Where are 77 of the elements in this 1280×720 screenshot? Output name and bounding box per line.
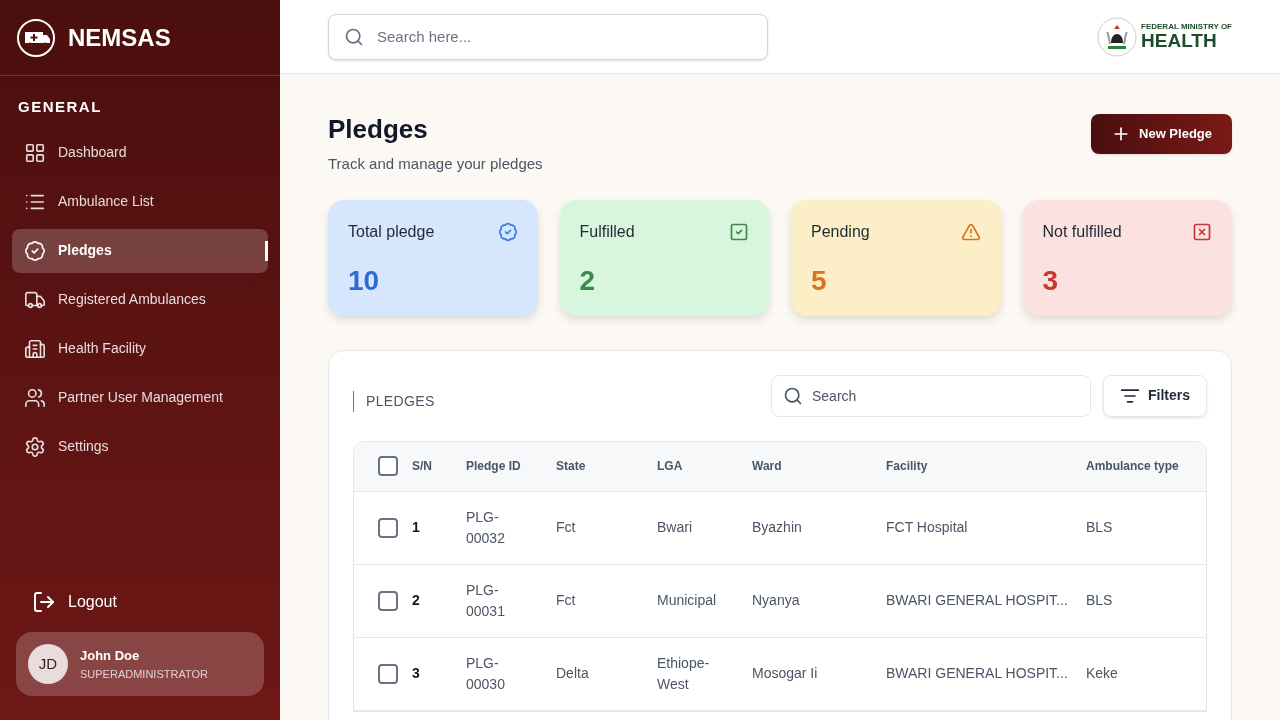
search-icon	[344, 26, 364, 47]
stat-label: Total pledge	[348, 221, 435, 242]
table-cell-text: PLG-00030	[466, 653, 506, 694]
close-square-icon	[1192, 221, 1212, 242]
nav-item[interactable]: Partner User Management	[12, 375, 268, 420]
grid-icon	[24, 141, 46, 164]
table-cell-text: Delta	[556, 664, 590, 683]
building-icon	[24, 337, 46, 360]
search-icon	[783, 385, 803, 406]
stat-value: 3	[1042, 263, 1060, 298]
checkbox[interactable]	[378, 590, 398, 611]
table-cell-text: 3	[412, 664, 421, 683]
table-cell-text: BWARI GENERAL HOSPIT...	[886, 664, 1069, 683]
checkbox[interactable]	[378, 456, 398, 476]
table-cell-text: Byazhin	[752, 518, 803, 537]
search-field[interactable]: Search here...	[328, 13, 768, 60]
column-header: State	[556, 458, 587, 475]
table-cell-text: Keke	[1086, 664, 1119, 683]
nav-item[interactable]: Dashboard	[12, 130, 268, 175]
badge-check-icon	[497, 221, 518, 242]
stat-label: Pending	[811, 221, 870, 242]
stat-value: 2	[579, 263, 597, 298]
user-role: SUPERADMINISTRATOR	[80, 666, 208, 682]
section-heading: GENERAL	[17, 97, 103, 117]
nav-item[interactable]: Settings	[12, 424, 268, 469]
table-cell-text: Nyanya	[752, 591, 801, 610]
checkbox[interactable]	[378, 663, 398, 684]
coat-of-arms-icon	[1097, 16, 1138, 57]
stat-label: Fulfilled	[579, 221, 635, 242]
column-header: S/N	[412, 458, 433, 475]
page-title: Pledges	[328, 113, 429, 146]
table-cell-text: Bwari	[657, 518, 693, 537]
badge-check-icon	[24, 239, 46, 262]
table-cell-text: FCT Hospital	[886, 518, 969, 537]
table-cell-text: PLG-00031	[466, 580, 506, 621]
table-cell-text: Fct	[556, 518, 577, 537]
column-header: Facility	[886, 458, 929, 475]
column-header: LGA	[657, 458, 684, 475]
table-title: PLEDGES	[353, 391, 435, 412]
users-icon	[24, 386, 46, 409]
column-header: Ward	[752, 458, 783, 475]
page-subtitle: Track and manage your pledges	[328, 154, 543, 174]
new-pledge-button[interactable]: New Pledge	[1091, 114, 1232, 154]
table-cell-text: BLS	[1086, 591, 1114, 610]
table-search-field[interactable]: Search	[771, 374, 1091, 417]
nav-item[interactable]: Registered Ambulances	[12, 277, 268, 322]
table-cell-text: Fct	[556, 591, 577, 610]
stat-value: 5	[811, 263, 828, 298]
column-header: Pledge ID	[466, 458, 522, 475]
settings-icon	[24, 435, 46, 458]
table-cell-text: 1	[412, 518, 421, 537]
nav-item[interactable]: Health Facility	[12, 326, 268, 371]
logout-icon	[32, 590, 56, 614]
table-cell-text: BWARI GENERAL HOSPIT...	[886, 591, 1069, 610]
ambulance-logo-icon	[16, 17, 56, 58]
ministry-name: HEALTH	[1141, 31, 1218, 50]
active-indicator	[265, 240, 268, 261]
stat-label: Not fulfilled	[1042, 221, 1122, 242]
table-cell-text: 2	[412, 591, 421, 610]
table-cell-text: PLG-00032	[466, 507, 506, 548]
checkbox[interactable]	[378, 517, 398, 538]
nav-item[interactable]: Pledges	[12, 228, 268, 273]
table-cell-text: Municipal	[657, 591, 718, 610]
table-cell-text: BLS	[1086, 518, 1114, 537]
table-cell-text: Ethiope-West	[657, 653, 711, 694]
ministry-label: FEDERAL MINISTRY OF	[1141, 23, 1232, 31]
checkbox-icon	[729, 221, 749, 242]
user-avatar: JD	[28, 644, 68, 684]
logout-button[interactable]: Logout	[16, 580, 133, 624]
warning-icon	[960, 221, 981, 242]
nav-item[interactable]: Ambulance List	[12, 179, 268, 224]
brand-name: NEMSAS	[68, 22, 171, 53]
table-cell-text: Mosogar Ii	[752, 664, 819, 683]
stat-value: 10	[348, 263, 381, 298]
filters-button[interactable]: Filters	[1103, 374, 1207, 417]
user-name: John Doe	[80, 647, 141, 665]
column-header: Ambulance type	[1086, 458, 1180, 475]
